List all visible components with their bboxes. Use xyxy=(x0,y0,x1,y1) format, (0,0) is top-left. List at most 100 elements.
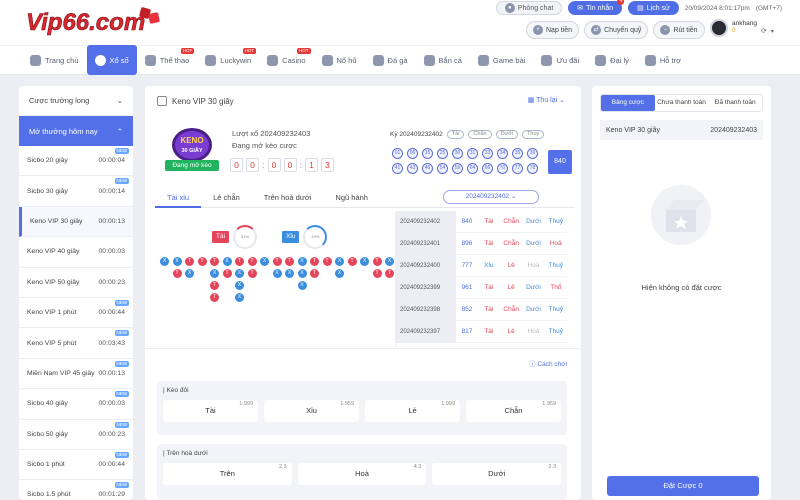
section-title-text: Kèo đôi xyxy=(166,387,189,394)
tai-badge: Tài xyxy=(212,231,230,243)
game-countdown: 00:03:43 xyxy=(98,339,125,347)
bet-odds: 1.959 xyxy=(542,401,556,407)
bet-option[interactable]: Hoà 4.3 xyxy=(297,463,427,485)
road-bead: X xyxy=(160,257,169,266)
road-bead xyxy=(160,293,169,302)
how-to-play-link[interactable]: ⓘ Cách chơi xyxy=(529,358,567,368)
tab-bet-board[interactable]: Bảng cược xyxy=(601,95,655,111)
tab-paid[interactable]: Đã thanh toán xyxy=(708,95,762,111)
nav-item-9[interactable]: Ưu đãi xyxy=(533,45,587,75)
road-bead xyxy=(185,281,194,290)
history-row: 202409232401 896 Tài Chẵn Dưới Hoả xyxy=(396,232,567,255)
nav-item-3[interactable]: Luckywin HOT xyxy=(197,45,259,75)
chevron-down-icon[interactable]: ▾ xyxy=(771,28,774,37)
road-bead: T xyxy=(235,257,244,266)
sidebar-item[interactable]: Keno VIP 40 giây 00:00:03 xyxy=(19,237,133,268)
nav-item-4[interactable]: Casino HOT xyxy=(259,45,313,75)
sidebar-item[interactable]: Sicbo 1 phút 00:00:44 NEW xyxy=(19,450,133,481)
xiu-badge: Xỉu xyxy=(282,231,300,243)
collapse-button[interactable]: ▦ Thu lại ⌄ xyxy=(528,96,565,104)
round-status: Đang mở kèo cược xyxy=(232,141,297,150)
nav-item-1[interactable]: Xổ số xyxy=(86,45,137,75)
tab-le-chan[interactable]: Lẻ chẵn xyxy=(201,190,252,208)
sidebar-item[interactable]: Sicbo 50 giây 00:00:23 NEW xyxy=(19,420,133,450)
messages-button[interactable]: ✉ Tin nhắn 4 xyxy=(568,0,625,15)
road-bead: X xyxy=(260,257,269,266)
bet-slip-tabs: Bảng cược Chưa thanh toán Đã thanh toán xyxy=(600,94,763,112)
sidebar-item[interactable]: Sicbo 40 giây 00:00:03 NEW xyxy=(19,389,133,420)
sidebar-item[interactable]: Miền Nam VIP 45 giây 00:00:13 NEW xyxy=(19,359,133,390)
place-bet-button[interactable]: Đặt Cược 0 xyxy=(607,476,759,496)
sidebar-item[interactable]: Sicbo 20 giây 00:00:04 NEW xyxy=(19,146,133,177)
road-bead xyxy=(323,293,332,302)
round-select[interactable]: 202409232402 ⌄ xyxy=(443,190,539,204)
sidebar-item[interactable]: Keno VIP 5 phút 00:03:43 NEW xyxy=(19,328,133,359)
section-label: Mở thưởng hôm nay xyxy=(29,126,98,136)
bet-option-label: Hoà xyxy=(355,469,369,478)
timer-digit: 1 xyxy=(305,158,319,172)
nav-item-6[interactable]: Đá gà xyxy=(365,45,416,75)
road-bead xyxy=(373,293,382,302)
sidebar-item[interactable]: Sicbo 1.5 phút 00:01:29 NEW xyxy=(19,480,133,500)
tren-hoa-duoi-section: | Trên hoà dưới Trên 2.3 Hoà 4.3 Dưới 2.3 xyxy=(157,444,567,500)
deposit-button[interactable]: + Nạp tiền xyxy=(526,21,580,39)
bet-option[interactable]: Xỉu 1.959 xyxy=(264,400,359,422)
sidebar-section-today[interactable]: Mở thưởng hôm nay ⌃ xyxy=(19,116,133,146)
keno-logo-line1: KENO xyxy=(180,136,203,145)
history-row: 202409232399 961 Tài Lẻ Dưới Thổ xyxy=(396,276,567,299)
tab-tai-xiu[interactable]: Tài xỉu xyxy=(155,190,202,208)
new-badge: NEW xyxy=(114,330,129,337)
user-menu[interactable]: ankhang 0 ⟳ ▾ xyxy=(710,19,774,37)
sidebar-item[interactable]: Keno VIP 50 giây 00:00:23 xyxy=(19,268,133,298)
chat-room-button[interactable]: ● Phòng chat xyxy=(495,1,563,15)
road-bead xyxy=(310,293,319,302)
sidebar: Cược trường long ⌄ Mở thưởng hôm nay ⌃ Sic… xyxy=(19,86,133,500)
road-bead: T xyxy=(310,269,319,278)
tab-ngu-hanh[interactable]: Ngũ hành xyxy=(323,190,380,208)
history-button[interactable]: ▤ Lịch sử xyxy=(628,1,679,15)
nav-item-7[interactable]: Bắn cá xyxy=(416,45,470,75)
withdraw-button[interactable]: − Rút tiền xyxy=(653,21,705,39)
result-sum: 840 xyxy=(548,150,572,174)
game-name: Miền Nam VIP 45 giây xyxy=(27,369,95,377)
bet-option[interactable]: Dưới 2.3 xyxy=(432,463,562,485)
how-to-play-label: Cách chơi xyxy=(537,361,567,368)
tab-tren-hoa-duoi[interactable]: Trên hoà dưới xyxy=(252,190,324,208)
status-badge: Đang mở kèo xyxy=(165,160,219,171)
round-select-value: 202409232402 xyxy=(465,193,510,200)
nav-item-2[interactable]: Thể thao HOT xyxy=(137,45,198,75)
nav-item-8[interactable]: Game bài xyxy=(470,45,534,75)
section-label: Cược trường long xyxy=(29,96,90,105)
nav-item-5[interactable]: Nổ hũ xyxy=(314,45,365,75)
nav-icon xyxy=(595,54,607,66)
history-tai-xiu: Tài xyxy=(484,240,494,247)
vip66-logo[interactable]: Vip66.com xyxy=(24,4,164,38)
nav-item-0[interactable]: Trang chủ xyxy=(22,45,87,75)
transfer-button[interactable]: ⇄ Chuyển quỹ xyxy=(584,21,649,39)
sidebar-item[interactable]: Keno VIP 30 giây 00:00:13 xyxy=(19,206,133,238)
tab-unpaid[interactable]: Chưa thanh toán xyxy=(655,95,709,111)
datetime: 20/09/2024 8:01:17pm xyxy=(684,4,750,12)
nav-label: Thể thao xyxy=(159,55,190,65)
road-bead xyxy=(260,269,269,278)
sidebar-item[interactable]: Sicbo 30 giây 00:00:14 NEW xyxy=(19,176,133,207)
bet-option[interactable]: Chẵn 1.959 xyxy=(466,400,561,422)
road-bead: X xyxy=(185,269,194,278)
game-panel: Keno VIP 30 giây ▦ Thu lại ⌄ KENO 30 GIÂ… xyxy=(145,86,581,500)
nav-item-11[interactable]: Hỗ trợ xyxy=(637,45,689,75)
game-countdown: 00:00:04 xyxy=(98,157,125,165)
bet-option[interactable]: Tài 1.999 xyxy=(163,400,258,422)
bet-option[interactable]: Lẻ 1.999 xyxy=(365,400,460,422)
history-row: 202409232402 840 Tài Chẵn Dưới Thuỷ xyxy=(396,211,567,233)
history-ngu-hanh: Thuỷ xyxy=(548,328,564,335)
refresh-icon[interactable]: ⟳ xyxy=(761,27,767,37)
sidebar-item[interactable]: Keno VIP 1 phút 00:00:44 NEW xyxy=(19,298,133,329)
bet-option[interactable]: Trên 2.3 xyxy=(163,463,292,485)
avatar[interactable] xyxy=(710,19,728,37)
bet-option-label: Dưới xyxy=(488,469,506,478)
history-sum: 777 xyxy=(461,262,473,269)
nav-item-10[interactable]: Đại lý xyxy=(587,45,637,75)
new-badge: NEW xyxy=(114,178,129,185)
result-tag: Dưới xyxy=(495,130,519,139)
sidebar-section-long-bets[interactable]: Cược trường long ⌄ xyxy=(19,86,133,116)
